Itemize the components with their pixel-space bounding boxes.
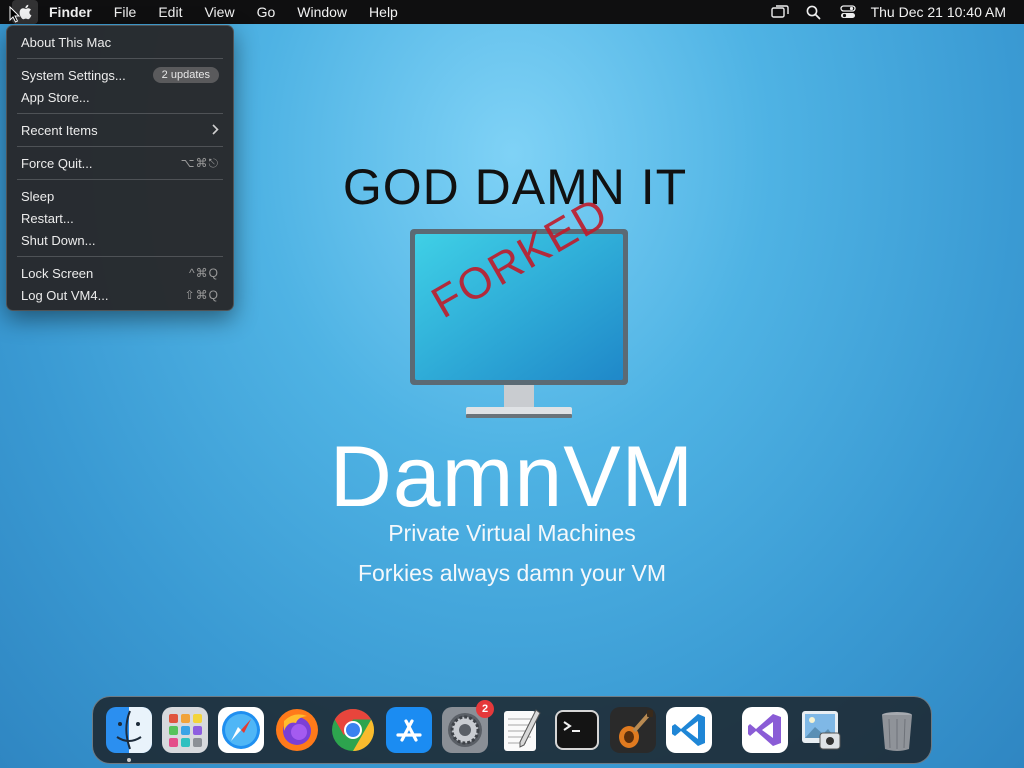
updates-badge: 2 updates — [152, 67, 219, 83]
menu-separator — [17, 146, 223, 147]
menu-separator — [17, 113, 223, 114]
menu-item-about-this-mac[interactable]: About This Mac — [7, 31, 233, 53]
visual-studio-icon[interactable] — [742, 707, 788, 753]
menu-item-recent-items[interactable]: Recent Items — [7, 119, 233, 141]
notification-badge: 2 — [476, 700, 494, 718]
menu-separator — [17, 58, 223, 59]
menu-clock[interactable]: Thu Dec 21 10:40 AM — [871, 4, 1006, 20]
chrome-icon[interactable] — [330, 707, 376, 753]
menu-item-shut-down[interactable]: Shut Down... — [7, 229, 233, 251]
menu-window[interactable]: Window — [286, 0, 358, 24]
menu-item-label: Shut Down... — [21, 232, 96, 248]
system-settings-icon[interactable]: 2 — [442, 700, 494, 753]
textedit-icon[interactable] — [498, 707, 544, 753]
menu-bar: Finder File Edit View Go Window Help Thu… — [0, 0, 1024, 24]
menu-item-system-settings[interactable]: System Settings... 2 updates — [7, 64, 233, 86]
control-center-icon[interactable] — [831, 0, 865, 24]
terminal-icon[interactable] — [554, 707, 600, 753]
brand-title: DamnVM — [329, 429, 695, 525]
running-indicator — [127, 758, 131, 762]
preview-icon[interactable] — [798, 707, 844, 753]
menu-item-label: App Store... — [21, 89, 90, 105]
launchpad-icon[interactable] — [162, 707, 208, 753]
dock: 2 — [92, 696, 932, 764]
trash-icon[interactable] — [874, 707, 920, 753]
wallpaper-headline: GOD DAMN IT — [342, 159, 688, 215]
screen-mirroring-icon[interactable] — [763, 0, 797, 24]
menu-item-label: About This Mac — [21, 34, 112, 50]
finder-icon[interactable] — [106, 707, 152, 762]
menu-file[interactable]: File — [103, 0, 148, 24]
app-store-icon[interactable] — [386, 707, 432, 753]
firefox-icon[interactable] — [274, 707, 320, 753]
menu-separator — [17, 256, 223, 257]
keyboard-shortcut: ^⌘Q — [189, 266, 219, 280]
chevron-right-icon — [211, 123, 219, 138]
tagline-primary: Private Virtual Machines — [388, 520, 636, 546]
menu-item-label: Log Out VM4... — [21, 287, 109, 303]
safari-icon[interactable] — [218, 707, 264, 753]
menu-item-lock-screen[interactable]: Lock Screen ^⌘Q — [7, 262, 233, 284]
keyboard-shortcut: ⇧⌘Q — [184, 288, 219, 302]
vscode-icon[interactable] — [666, 707, 712, 753]
menu-item-app-store[interactable]: App Store... — [7, 86, 233, 108]
menu-help[interactable]: Help — [358, 0, 409, 24]
menu-view[interactable]: View — [193, 0, 245, 24]
menu-item-label: System Settings... — [21, 67, 126, 83]
garageband-icon[interactable] — [610, 707, 656, 753]
menu-app-name[interactable]: Finder — [38, 0, 103, 24]
menu-item-label: Recent Items — [21, 122, 98, 138]
menu-edit[interactable]: Edit — [147, 0, 193, 24]
menu-go[interactable]: Go — [246, 0, 287, 24]
spotlight-search-icon[interactable] — [797, 0, 831, 24]
menu-item-log-out[interactable]: Log Out VM4... ⇧⌘Q — [7, 284, 233, 306]
tagline-secondary: Forkies always damn your VM — [357, 560, 667, 586]
menu-item-label: Lock Screen — [21, 265, 94, 281]
